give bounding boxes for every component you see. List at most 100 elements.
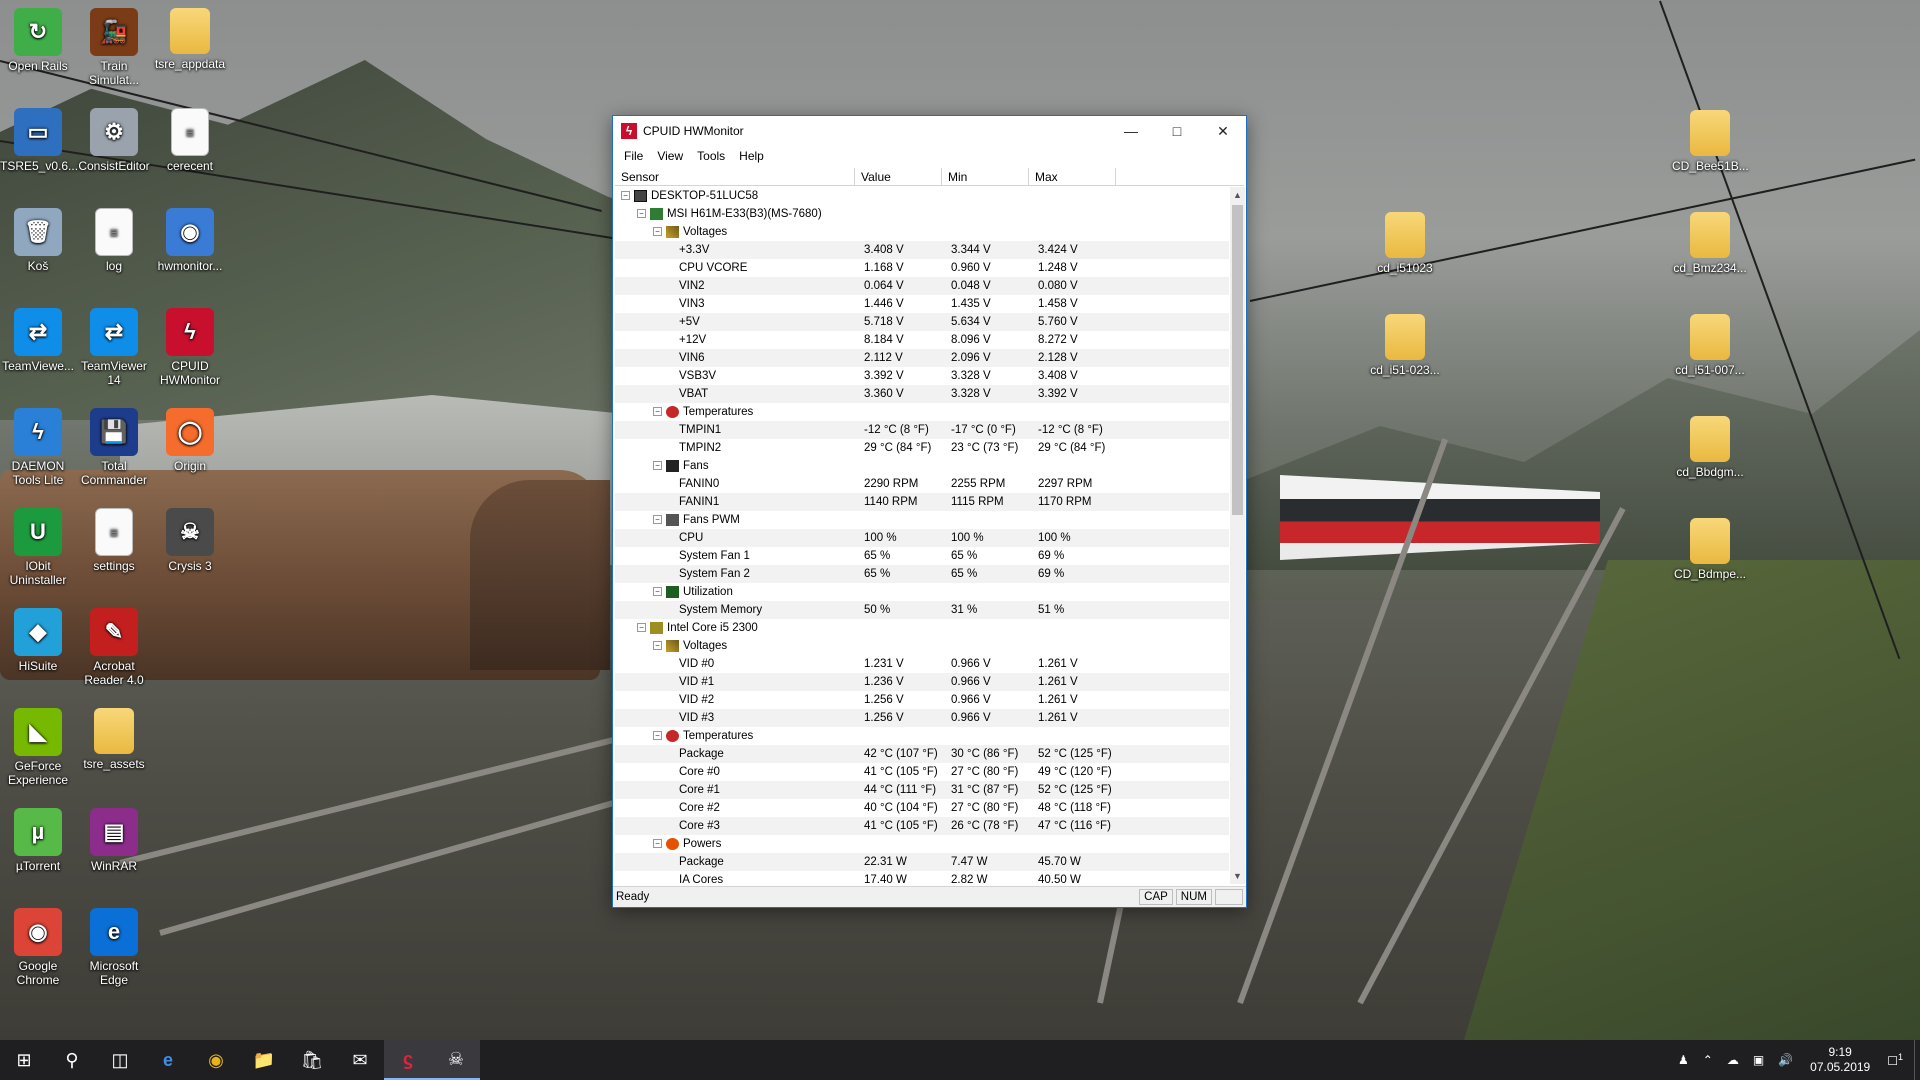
menu-tools[interactable]: Tools [690, 149, 732, 163]
sensor-row[interactable]: VBAT 3.360 V 3.328 V 3.392 V [615, 385, 1229, 403]
task-view-icon[interactable]: ◫ [96, 1040, 144, 1080]
desktop-icon[interactable]: tsre_appdata [152, 8, 228, 71]
sensor-row[interactable]: Package 22.31 W 7.47 W 45.70 W [615, 853, 1229, 871]
sensor-row[interactable]: Core #3 41 °C (105 °F) 26 °C (78 °F) 47 °C … [615, 817, 1229, 835]
notification-icon[interactable]: ☐1 [1880, 1052, 1910, 1068]
people-icon[interactable]: ♟ [1671, 1053, 1696, 1067]
tree-node[interactable]: − Voltages [615, 637, 1229, 655]
network-icon[interactable]: ▣ [1746, 1053, 1771, 1067]
tree-node[interactable]: − Intel Core i5 2300 [615, 619, 1229, 637]
desktop-folder-icon[interactable]: cd_Bmz234... [1672, 212, 1748, 275]
desktop-icon[interactable]: 🗑 Koš [0, 208, 76, 273]
collapse-toggle-icon[interactable]: − [653, 839, 662, 849]
sensor-row[interactable]: +5V 5.718 V 5.634 V 5.760 V [615, 313, 1229, 331]
column-sensor[interactable]: Sensor [615, 168, 855, 185]
desktop-folder-icon[interactable]: cd_i51023 [1367, 212, 1443, 275]
desktop-icon[interactable]: U IObit Uninstaller [0, 508, 76, 587]
menu-view[interactable]: View [650, 149, 690, 163]
desktop-icon[interactable]: e Microsoft Edge [76, 908, 152, 987]
sensor-row[interactable]: Core #2 40 °C (104 °F) 27 °C (80 °F) 48 °C … [615, 799, 1229, 817]
column-value[interactable]: Value [855, 168, 942, 185]
desktop-icon[interactable]: ≡ settings [76, 508, 152, 573]
hwmonitor-window[interactable]: ϟ CPUID HWMonitor — □ ✕ File View Tools … [612, 115, 1247, 908]
sensor-row[interactable]: VSB3V 3.392 V 3.328 V 3.408 V [615, 367, 1229, 385]
scrollbar-thumb[interactable] [1232, 205, 1243, 515]
desktop-icon[interactable]: ≡ log [76, 208, 152, 273]
desktop-folder-icon[interactable]: CD_Bdmpe... [1672, 518, 1748, 581]
sensor-row[interactable]: Core #1 44 °C (111 °F) 31 °C (87 °F) 52 °C … [615, 781, 1229, 799]
desktop-folder-icon[interactable]: cd_i51-023... [1367, 314, 1443, 377]
sensor-row[interactable]: VID #2 1.256 V 0.966 V 1.261 V [615, 691, 1229, 709]
scroll-up-icon[interactable]: ▲ [1230, 187, 1245, 203]
sensor-row[interactable]: VIN2 0.064 V 0.048 V 0.080 V [615, 277, 1229, 295]
collapse-toggle-icon[interactable]: − [653, 227, 662, 237]
onedrive-icon[interactable]: ☁ [1720, 1053, 1746, 1067]
collapse-toggle-icon[interactable]: − [621, 191, 630, 201]
desktop-icon[interactable]: ⇄ TeamViewe... [0, 308, 76, 373]
desktop-icon[interactable]: ▭ TSRE5_v0.6... [0, 108, 78, 173]
sensor-row[interactable]: System Fan 2 65 % 65 % 69 % [615, 565, 1229, 583]
desktop-icon[interactable]: ☠ Crysis 3 [152, 508, 228, 573]
desktop-icon[interactable]: ϟ CPUID HWMonitor [152, 308, 228, 387]
desktop-icon[interactable]: ◆ HiSuite [0, 608, 76, 673]
maximize-icon[interactable]: □ [1154, 116, 1200, 146]
desktop-icon[interactable]: ✎ Acrobat Reader 4.0 [76, 608, 152, 687]
collapse-toggle-icon[interactable]: − [653, 407, 662, 417]
collapse-toggle-icon[interactable]: − [637, 209, 646, 219]
sensor-row[interactable]: TMPIN2 29 °C (84 °F) 23 °C (73 °F) 29 °C (8… [615, 439, 1229, 457]
sensor-row[interactable]: VID #1 1.236 V 0.966 V 1.261 V [615, 673, 1229, 691]
desktop-icon[interactable]: ◣ GeForce Experience [0, 708, 76, 787]
sensor-row[interactable]: CPU 100 % 100 % 100 % [615, 529, 1229, 547]
sensor-row[interactable]: CPU VCORE 1.168 V 0.960 V 1.248 V [615, 259, 1229, 277]
desktop-icon[interactable]: ◉ Google Chrome [0, 908, 76, 987]
desktop-folder-icon[interactable]: cd_Bbdgm... [1672, 416, 1748, 479]
sensor-row[interactable]: System Fan 1 65 % 65 % 69 % [615, 547, 1229, 565]
sensor-row[interactable]: Package 42 °C (107 °F) 30 °C (86 °F) 52 °C … [615, 745, 1229, 763]
chrome-icon[interactable]: ◉ [192, 1040, 240, 1080]
menu-file[interactable]: File [617, 149, 650, 163]
desktop-icon[interactable]: ϟ DAEMON Tools Lite [0, 408, 76, 487]
desktop-icon[interactable]: tsre_assets [76, 708, 152, 771]
desktop-icon[interactable]: ▤ WinRAR [76, 808, 152, 873]
sensor-row[interactable]: +3.3V 3.408 V 3.344 V 3.424 V [615, 241, 1229, 259]
desktop-icon[interactable]: ⇄ TeamViewer 14 [76, 308, 152, 387]
desktop-icon[interactable]: ◉ hwmonitor... [152, 208, 228, 273]
column-max[interactable]: Max [1029, 168, 1116, 185]
tree-node[interactable]: − Utilization [615, 583, 1229, 601]
collapse-toggle-icon[interactable]: − [653, 515, 662, 525]
sensor-row[interactable]: Core #0 41 °C (105 °F) 27 °C (80 °F) 49 °C … [615, 763, 1229, 781]
desktop-icon[interactable]: ↻ Open Rails [0, 8, 76, 73]
title-bar[interactable]: ϟ CPUID HWMonitor — □ ✕ [613, 116, 1246, 146]
collapse-toggle-icon[interactable]: − [637, 623, 646, 633]
minimize-icon[interactable]: — [1108, 116, 1154, 146]
tree-node[interactable]: − Voltages [615, 223, 1229, 241]
desktop-folder-icon[interactable]: cd_i51-007... [1672, 314, 1748, 377]
edge-icon[interactable]: e [144, 1040, 192, 1080]
collapse-toggle-icon[interactable]: − [653, 461, 662, 471]
desktop-icon[interactable]: ⚙ ConsistEditor [76, 108, 152, 173]
tree-node[interactable]: − DESKTOP-51LUC58 [615, 187, 1229, 205]
vertical-scrollbar[interactable]: ▲ ▼ [1230, 187, 1245, 884]
desktop-icon[interactable]: ◯ Origin [152, 408, 228, 473]
hwmonitor-icon[interactable]: ϛ [384, 1040, 432, 1080]
desktop-icon[interactable]: 🚂 Train Simulat... [76, 8, 152, 87]
clock[interactable]: 9:19 07.05.2019 [1800, 1045, 1880, 1075]
sensor-row[interactable]: System Memory 50 % 31 % 51 % [615, 601, 1229, 619]
tree-node[interactable]: − Fans [615, 457, 1229, 475]
file-explorer-icon[interactable]: 📁 [240, 1040, 288, 1080]
sensor-row[interactable]: +12V 8.184 V 8.096 V 8.272 V [615, 331, 1229, 349]
tree-node[interactable]: − Powers [615, 835, 1229, 853]
tree-node[interactable]: − Temperatures [615, 727, 1229, 745]
sensor-row[interactable]: VIN6 2.112 V 2.096 V 2.128 V [615, 349, 1229, 367]
scroll-down-icon[interactable]: ▼ [1230, 868, 1245, 884]
start-icon[interactable]: ⊞ [0, 1040, 48, 1080]
sensor-row[interactable]: VID #3 1.256 V 0.966 V 1.261 V [615, 709, 1229, 727]
volume-icon[interactable]: 🔊 [1771, 1053, 1800, 1067]
chevron-up-icon[interactable]: ⌃ [1696, 1053, 1720, 1067]
collapse-toggle-icon[interactable]: − [653, 731, 662, 741]
desktop-folder-icon[interactable]: CD_Bee51B... [1672, 110, 1749, 173]
desktop-icon[interactable]: 💾 Total Commander [76, 408, 152, 487]
tree-node[interactable]: − Temperatures [615, 403, 1229, 421]
menu-help[interactable]: Help [732, 149, 771, 163]
sensor-row[interactable]: FANIN0 2290 RPM 2255 RPM 2297 RPM [615, 475, 1229, 493]
